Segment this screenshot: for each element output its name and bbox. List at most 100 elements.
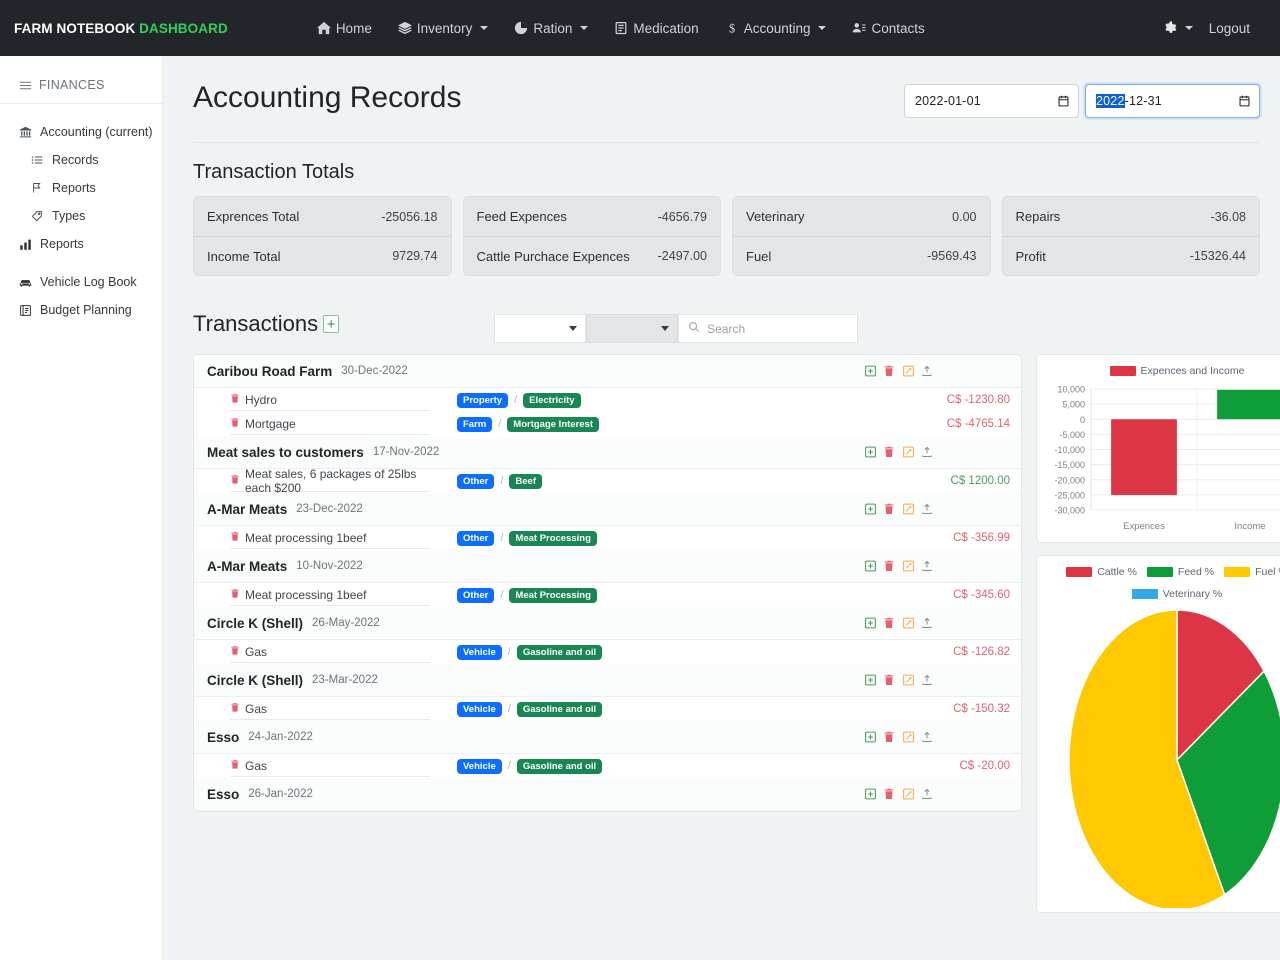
svg-text:0: 0 (1080, 415, 1085, 425)
add-icon[interactable] (863, 616, 877, 631)
legend-item: Fuel % (1224, 566, 1280, 578)
add-icon[interactable] (863, 559, 877, 574)
totals-value: -15326.44 (1190, 249, 1246, 263)
search-input[interactable]: Search (678, 314, 858, 343)
add-transaction-button[interactable]: + (323, 315, 339, 333)
delete-item-icon[interactable] (230, 417, 240, 431)
nav-item-home[interactable]: Home (304, 15, 385, 42)
legend-label: Veterinary % (1163, 588, 1223, 600)
add-icon[interactable] (863, 673, 877, 688)
delete-item-icon[interactable] (230, 474, 240, 488)
legend-label: Expences and Income (1141, 365, 1245, 377)
delete-icon[interactable] (882, 445, 896, 460)
delete-icon[interactable] (882, 730, 896, 745)
upload-icon[interactable] (920, 559, 934, 574)
totals-row: Repairs -36.08 (1003, 197, 1260, 236)
tag-subcategory[interactable]: Gasoline and oil (517, 702, 602, 717)
date-to-input[interactable]: 2022-12-31 (1085, 84, 1260, 118)
delete-icon[interactable] (882, 364, 896, 379)
nav-item-accounting[interactable]: $ Accounting (712, 15, 840, 42)
totals-value: -9569.43 (927, 249, 976, 263)
sidebar-item-vehicle-log-book[interactable]: Vehicle Log Book (0, 268, 162, 296)
tag-subcategory[interactable]: Meat Processing (509, 588, 597, 603)
upload-icon[interactable] (920, 787, 934, 802)
tag-category[interactable]: Other (457, 588, 494, 603)
tag-category[interactable]: Farm (457, 417, 492, 432)
sidebar-item-budget-planning[interactable]: Budget Planning (0, 296, 162, 324)
transactions-title: Transactions (193, 311, 318, 337)
sidebar-item-reports[interactable]: Reports (0, 230, 162, 258)
add-icon[interactable] (863, 364, 877, 379)
nav-item-inventory[interactable]: Inventory (385, 15, 502, 42)
nav-item-medication[interactable]: Medication (601, 15, 711, 42)
svg-text:-20,000: -20,000 (1054, 475, 1085, 485)
upload-icon[interactable] (920, 616, 934, 631)
tag-category[interactable]: Vehicle (457, 759, 502, 774)
sidebar-item-records[interactable]: Records (0, 146, 162, 174)
delete-item-icon[interactable] (230, 531, 240, 545)
edit-icon[interactable] (901, 616, 915, 631)
edit-icon[interactable] (901, 673, 915, 688)
edit-icon[interactable] (901, 787, 915, 802)
transaction-item-amount: C$ -356.99 (953, 532, 1021, 544)
filter-select-two[interactable] (586, 314, 678, 343)
brand-logo[interactable]: FARM NOTEBOOK DASHBOARD (14, 21, 228, 36)
transaction-item-label: Meat sales, 6 packages of 25lbs each $20… (245, 467, 430, 495)
tag-subcategory[interactable]: Meat Processing (509, 531, 597, 546)
tag-category[interactable]: Other (457, 531, 494, 546)
sidebar-item-reports-sub[interactable]: Reports (0, 174, 162, 202)
upload-icon[interactable] (920, 445, 934, 460)
calendar-icon[interactable] (1238, 94, 1251, 108)
logout-button[interactable]: Logout (1203, 17, 1256, 40)
delete-item-icon[interactable] (230, 393, 240, 407)
tag-category[interactable]: Vehicle (457, 702, 502, 717)
nav-item-ration[interactable]: Ration (501, 15, 601, 42)
tag-category[interactable]: Property (457, 393, 508, 408)
upload-icon[interactable] (920, 673, 934, 688)
settings-menu[interactable] (1159, 17, 1197, 39)
delete-item-icon[interactable] (230, 759, 240, 773)
edit-icon[interactable] (901, 502, 915, 517)
upload-icon[interactable] (920, 364, 934, 379)
transaction-group-header: Esso24-Jan-2022 (194, 721, 1021, 754)
delete-item-icon[interactable] (230, 588, 240, 602)
upload-icon[interactable] (920, 502, 934, 517)
edit-icon[interactable] (901, 730, 915, 745)
tag-category[interactable]: Vehicle (457, 645, 502, 660)
edit-icon[interactable] (901, 445, 915, 460)
add-icon[interactable] (863, 445, 877, 460)
add-icon[interactable] (863, 730, 877, 745)
delete-icon[interactable] (882, 502, 896, 517)
transaction-row-actions (863, 559, 1021, 574)
sidebar-item-types[interactable]: Types (0, 202, 162, 230)
sidebar-label-vehicle-log-book: Vehicle Log Book (40, 275, 137, 289)
tag-subcategory[interactable]: Beef (509, 474, 542, 489)
delete-icon[interactable] (882, 616, 896, 631)
date-from-input[interactable]: 2022-01-01 (904, 84, 1079, 118)
add-icon[interactable] (863, 787, 877, 802)
transaction-item-amount: C$ -4765.14 (947, 418, 1021, 430)
delete-icon[interactable] (882, 787, 896, 802)
edit-icon[interactable] (901, 559, 915, 574)
delete-icon[interactable] (882, 673, 896, 688)
layers-icon (398, 21, 412, 35)
add-icon[interactable] (863, 502, 877, 517)
svg-text:-15,000: -15,000 (1054, 460, 1085, 470)
page-body: FINANCES Accounting (current) Records Re… (0, 56, 1280, 960)
nav-item-contacts[interactable]: Contacts (839, 15, 937, 42)
upload-icon[interactable] (920, 730, 934, 745)
tag-category[interactable]: Other (457, 474, 494, 489)
delete-icon[interactable] (882, 559, 896, 574)
delete-item-icon[interactable] (230, 645, 240, 659)
tag-subcategory[interactable]: Mortgage Interest (507, 417, 599, 432)
tag-subcategory[interactable]: Gasoline and oil (517, 759, 602, 774)
tag-subcategory[interactable]: Gasoline and oil (517, 645, 602, 660)
edit-icon[interactable] (901, 364, 915, 379)
date-to-year-selected: 2022 (1096, 94, 1125, 108)
sidebar-item-accounting[interactable]: Accounting (current) (0, 118, 162, 146)
tag-subcategory[interactable]: Electricity (523, 393, 580, 408)
filter-select-one[interactable] (494, 314, 586, 343)
totals-label: Repairs (1016, 209, 1061, 224)
calendar-icon[interactable] (1057, 94, 1070, 108)
delete-item-icon[interactable] (230, 702, 240, 716)
